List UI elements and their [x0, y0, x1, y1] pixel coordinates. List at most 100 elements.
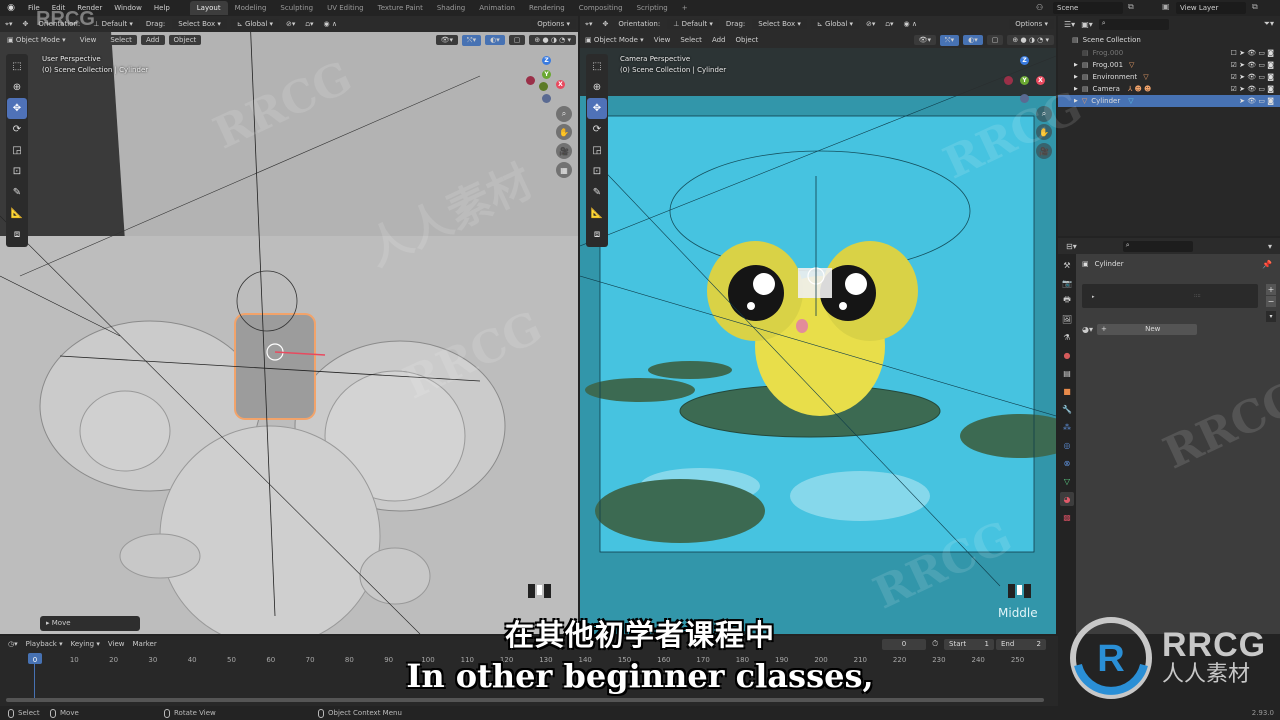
visibility-toggles[interactable]: ☑ ➤ 👁 ▭ ◙: [1231, 85, 1274, 93]
camera-view-icon[interactable]: 🎥: [1036, 143, 1052, 159]
material-tab-icon[interactable]: ◕: [1060, 492, 1074, 506]
snapping-icon[interactable]: ⩍▾: [300, 20, 318, 29]
menu-view[interactable]: View: [74, 35, 102, 45]
transform-pivot-icon[interactable]: ⌖▾: [580, 20, 597, 29]
transform-pivot-icon[interactable]: ⌖▾: [0, 20, 17, 29]
zoom-view-icon[interactable]: ⌕: [1036, 106, 1052, 122]
list-grip[interactable]: ::::: [1194, 293, 1201, 299]
menu-view[interactable]: View: [649, 36, 676, 44]
tab-sculpting[interactable]: Sculpting: [273, 1, 320, 15]
zoom-view-icon[interactable]: ⌕: [556, 106, 572, 122]
visibility-icon[interactable]: 👁▾: [913, 35, 937, 45]
proportional-edit-icon[interactable]: ◉ ∧: [319, 20, 342, 28]
orthographic-toggle-icon[interactable]: ▦: [556, 162, 572, 178]
menu-add[interactable]: Add: [140, 35, 165, 45]
add-workspace-button[interactable]: +: [675, 1, 695, 15]
scale-tool-icon[interactable]: ◲: [587, 140, 607, 161]
menu-help[interactable]: Help: [148, 0, 176, 16]
orientation-dropdown[interactable]: ⊥ Default ▾: [87, 19, 139, 29]
transform-tool-icon[interactable]: ⊡: [7, 161, 27, 182]
measure-tool-icon[interactable]: 📐: [7, 203, 27, 224]
physics-tab-icon[interactable]: ◎: [1060, 438, 1074, 452]
add-slot-button[interactable]: +: [1266, 284, 1276, 295]
snapping-icon[interactable]: ⩍▾: [880, 20, 898, 29]
properties-options-icon[interactable]: ▾: [1268, 242, 1272, 251]
tab-layout[interactable]: Layout: [189, 1, 228, 15]
new-material-button[interactable]: + New: [1097, 324, 1197, 335]
gizmo-z-axis[interactable]: Z: [1020, 56, 1029, 65]
transform-space-dropdown[interactable]: ⊾ Global ▾: [810, 19, 860, 29]
constraints-tab-icon[interactable]: ⊗: [1060, 456, 1074, 470]
annotate-tool-icon[interactable]: ✎: [7, 182, 27, 203]
snap-icon[interactable]: ⊘▾: [861, 20, 880, 28]
options-dropdown[interactable]: Options ▾: [531, 19, 576, 29]
select-box-tool-icon[interactable]: ⬚: [587, 56, 607, 77]
gizmo-neg-x[interactable]: [526, 76, 535, 85]
transform-tool-icon[interactable]: ⊡: [587, 161, 607, 182]
collection-tab-icon[interactable]: ▤: [1060, 366, 1074, 380]
options-dropdown[interactable]: Options ▾: [1009, 19, 1054, 29]
select-box-tool-icon[interactable]: ⬚: [7, 56, 27, 77]
snap-icon[interactable]: ⊘▾: [281, 20, 300, 28]
gizmo-x-axis[interactable]: X: [1036, 76, 1045, 85]
scene-selector-icon[interactable]: ⚇: [1036, 3, 1043, 12]
object-tab-icon[interactable]: ■: [1060, 384, 1074, 398]
filter-view-icon[interactable]: ▣▾: [1081, 20, 1093, 29]
slot-menu-button[interactable]: ▾: [1266, 311, 1276, 322]
gizmo-y-axis[interactable]: Y: [1020, 76, 1029, 85]
blender-logo-icon[interactable]: ◉: [0, 3, 22, 13]
pan-view-icon[interactable]: ✋: [1036, 124, 1052, 140]
add-cube-tool-icon[interactable]: ⧈: [7, 224, 27, 245]
outliner-scene-collection[interactable]: ▤ Scene Collection: [1058, 34, 1280, 46]
world-tab-icon[interactable]: ●: [1060, 348, 1074, 362]
expand-arrow-icon[interactable]: ▶: [1074, 98, 1078, 104]
viewport-right[interactable]: ⌖▾ ✥ Orientation: ⊥ Default ▾ Drag: Sele…: [580, 16, 1056, 634]
drag-dropdown[interactable]: Select Box ▾: [172, 19, 227, 29]
tab-uv-editing[interactable]: UV Editing: [320, 1, 371, 15]
outliner-search-input[interactable]: ⌕: [1098, 18, 1169, 30]
menu-add[interactable]: Add: [707, 36, 731, 44]
properties-search-input[interactable]: ⌕: [1122, 240, 1193, 252]
new-view-layer-icon[interactable]: ⧉: [1252, 2, 1258, 12]
gizmo-y-axis[interactable]: Y: [542, 70, 551, 79]
output-tab-icon[interactable]: 🖶: [1060, 294, 1074, 308]
gizmo-z-axis[interactable]: Z: [542, 56, 551, 65]
editor-type-icon[interactable]: ⊟▾: [1066, 242, 1077, 251]
tab-rendering[interactable]: Rendering: [522, 1, 572, 15]
tab-animation[interactable]: Animation: [472, 1, 522, 15]
menu-select[interactable]: Select: [105, 35, 137, 45]
tool-tab-icon[interactable]: ⚒: [1060, 258, 1074, 272]
transform-space-dropdown[interactable]: ⊾ Global ▾: [230, 19, 280, 29]
mode-dropdown[interactable]: ▣ Object Mode ▾: [580, 36, 649, 44]
outliner-item-selected[interactable]: ▶ ▽ Cylinder ▽ ➤ 👁 ▭ ◙: [1058, 95, 1280, 107]
tab-shading[interactable]: Shading: [430, 1, 472, 15]
outliner-item[interactable]: ▶ ▤ Environment ▽ ☑ ➤ 👁 ▭ ◙: [1058, 71, 1280, 83]
gizmo-neg-x[interactable]: [1004, 76, 1013, 85]
rotate-tool-icon[interactable]: ⟳: [587, 119, 607, 140]
expand-arrow-icon[interactable]: ▶: [1074, 86, 1078, 92]
gizmo-toggle-icon[interactable]: ⤲▾: [940, 34, 960, 46]
mode-dropdown[interactable]: ▣ Object Mode ▾: [2, 35, 71, 45]
add-cube-tool-icon[interactable]: ⧈: [587, 224, 607, 245]
tab-texture-paint[interactable]: Texture Paint: [371, 1, 430, 15]
measure-tool-icon[interactable]: 📐: [587, 203, 607, 224]
camera-view-icon[interactable]: 🎥: [556, 143, 572, 159]
visibility-icon[interactable]: 👁▾: [435, 35, 459, 45]
outliner-item[interactable]: ▶ ▤ Camera ⅄ ☻ ☻ ☑ ➤ 👁 ▭ ◙: [1058, 83, 1280, 95]
view-layer-field[interactable]: View Layer: [1176, 2, 1246, 14]
scale-tool-icon[interactable]: ◲: [7, 140, 27, 161]
menu-object[interactable]: Object: [168, 35, 202, 45]
particles-tab-icon[interactable]: ⁂: [1060, 420, 1074, 434]
material-slot-list[interactable]: ▸ ::::: [1082, 284, 1258, 308]
scene-tab-icon[interactable]: ⚗: [1060, 330, 1074, 344]
tab-compositing[interactable]: Compositing: [572, 1, 630, 15]
visibility-toggles[interactable]: ➤ 👁 ▭ ◙: [1239, 97, 1274, 105]
viewport-left[interactable]: ⌖▾ ✥ Orientation: ⊥ Default ▾ Drag: Sele…: [0, 16, 578, 634]
timeline-scrollbar[interactable]: [6, 698, 1044, 702]
menu-object[interactable]: Object: [731, 36, 764, 44]
cursor-tool-icon[interactable]: ⊕: [587, 77, 607, 98]
view-layer-icon[interactable]: ▣: [1162, 2, 1170, 11]
menu-window[interactable]: Window: [108, 0, 148, 16]
visibility-toggles[interactable]: ☑ ➤ 👁 ▭ ◙: [1231, 61, 1274, 69]
rotate-tool-icon[interactable]: ⟳: [7, 119, 27, 140]
